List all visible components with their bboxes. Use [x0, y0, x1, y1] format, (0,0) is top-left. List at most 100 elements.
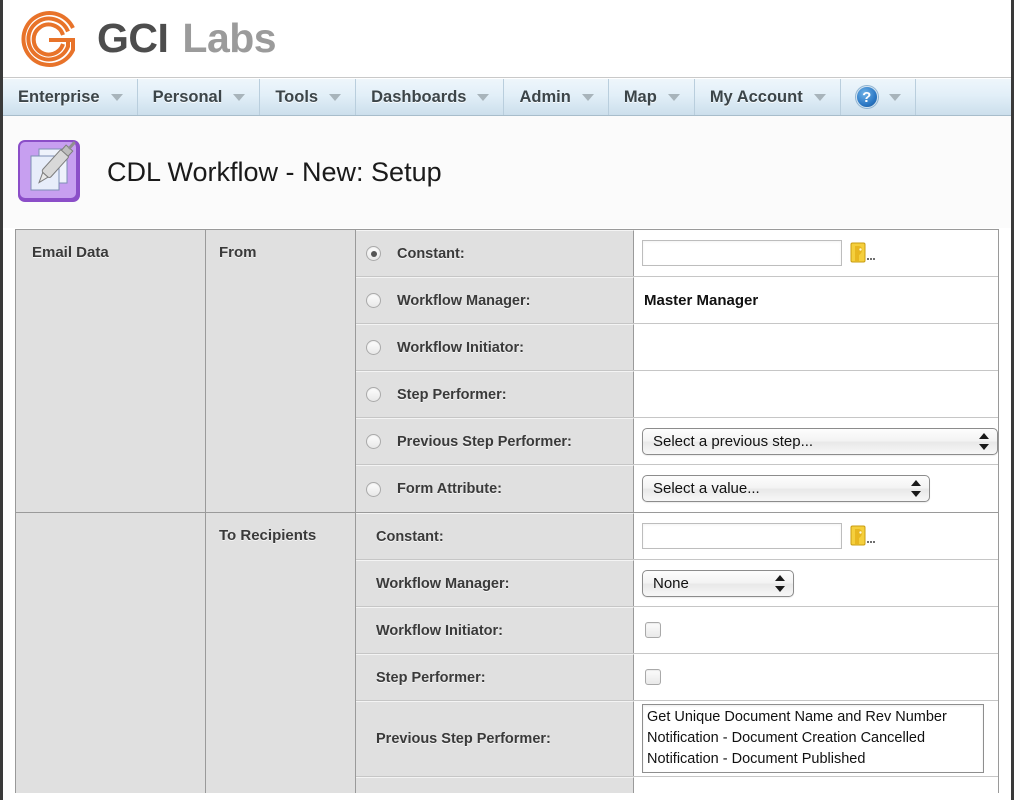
to-previous-step-listbox[interactable]: Get Unique Document Name and Rev Number … [642, 704, 984, 773]
nav-label: Admin [519, 87, 571, 106]
list-item[interactable]: Notification - Document Published [645, 749, 983, 770]
row-from-workflow-initiator: Workflow Initiator: [356, 324, 998, 371]
radio-from-previous-step-performer[interactable] [366, 434, 381, 449]
list-item[interactable]: Notification - Document Creation Cancell… [645, 728, 983, 749]
row-to-step-performer: Step Performer: [356, 654, 998, 701]
row-label: Workflow Manager: [397, 292, 531, 309]
row-label: Step Performer: [376, 669, 486, 686]
nav-item-enterprise[interactable]: Enterprise [3, 79, 138, 115]
nav-item-admin[interactable]: Admin [504, 79, 609, 115]
contact-card-icon[interactable] [850, 242, 876, 264]
row-label-cell[interactable]: Workflow Initiator: [356, 324, 634, 370]
to-workflow-manager-select[interactable]: None [642, 569, 794, 597]
select-value: Select a previous step... [653, 432, 814, 450]
section-to-recipients: To Recipients Constant: Workflow Manager… [16, 512, 998, 793]
contact-card-icon[interactable] [850, 525, 876, 547]
row-to-next-partial [356, 777, 998, 793]
workflow-document-pen-icon [13, 136, 91, 208]
chevron-down-icon[interactable] [813, 93, 827, 101]
row-label: Workflow Initiator: [397, 339, 525, 356]
row-label-cell[interactable]: Previous Step Performer: [356, 418, 634, 464]
row-value-cell [634, 324, 998, 370]
radio-from-constant[interactable] [366, 246, 381, 261]
row-to-previous-step-performer: Previous Step Performer: Get Unique Docu… [356, 701, 998, 777]
help-circle-icon[interactable]: ? [855, 86, 878, 108]
chevron-down-icon[interactable] [888, 93, 902, 101]
row-value-cell: Get Unique Document Name and Rev Number … [634, 701, 998, 776]
row-value-cell [634, 371, 998, 417]
row-from-workflow-manager: Workflow Manager: Master Manager [356, 277, 998, 324]
chevron-down-icon[interactable] [581, 93, 595, 101]
stepper-arrows-icon[interactable] [979, 432, 991, 450]
chevron-down-icon[interactable] [329, 93, 342, 101]
brand-bar: GCI Labs [3, 0, 1011, 78]
nav-label: Map [623, 87, 657, 106]
row-label-cell[interactable]: Workflow Manager: [356, 277, 634, 323]
section-label-from: From [206, 230, 356, 512]
nav-item-my-account[interactable]: My Account [695, 79, 841, 115]
checkbox-to-workflow-initiator[interactable] [645, 622, 661, 638]
from-rows: Constant: Workflow Manager: Master Manag… [356, 230, 998, 512]
brand-name-secondary: Labs [182, 15, 277, 61]
row-label: Constant: [376, 528, 444, 545]
radio-from-form-attribute[interactable] [366, 481, 381, 497]
brand-name-primary: GCI [97, 15, 169, 61]
nav-item-dashboards[interactable]: Dashboards [356, 79, 505, 115]
nav-label: My Account [709, 87, 803, 106]
chevron-down-icon[interactable] [233, 93, 246, 101]
group-label-email-data: Email Data [16, 230, 206, 512]
from-form-attribute-select[interactable]: Select a value... [642, 475, 930, 502]
nav-label: Dashboards [371, 87, 467, 106]
to-constant-input[interactable] [642, 523, 842, 549]
row-from-step-performer: Step Performer: [356, 371, 998, 418]
stepper-arrows-icon[interactable] [775, 574, 787, 592]
from-constant-input[interactable] [642, 240, 842, 266]
row-label: Previous Step Performer: [376, 731, 551, 747]
nav-item-map[interactable]: Map [609, 79, 695, 115]
row-to-constant: Constant: [356, 513, 998, 560]
row-label-cell[interactable]: Constant: [356, 230, 634, 276]
row-value-cell [634, 654, 998, 700]
row-value-cell: None [634, 560, 998, 606]
row-from-form-attribute: Form Attribute: Select a value... [356, 465, 998, 512]
select-value: None [653, 574, 689, 592]
radio-from-workflow-initiator[interactable] [366, 340, 381, 355]
nav-item-tools[interactable]: Tools [260, 79, 357, 115]
row-label-cell: Previous Step Performer: [356, 701, 634, 776]
nav-item-help[interactable]: ? [841, 79, 916, 115]
chevron-down-icon[interactable] [667, 93, 681, 101]
row-label: Workflow Initiator: [376, 622, 504, 639]
stepper-arrows-icon[interactable] [911, 480, 923, 497]
row-value-cell [634, 777, 998, 793]
from-previous-step-select[interactable]: Select a previous step... [642, 427, 998, 455]
nav-filler [916, 79, 1011, 115]
row-value-cell [634, 607, 998, 653]
row-to-workflow-initiator: Workflow Initiator: [356, 607, 998, 654]
from-workflow-manager-value: Master Manager [644, 291, 759, 309]
section-label-to-recipients: To Recipients [206, 513, 356, 793]
row-value-cell: Select a value... [634, 465, 998, 512]
row-label: Step Performer: [397, 386, 507, 403]
row-from-previous-step-performer: Previous Step Performer: Select a previo… [356, 418, 998, 465]
nav-label: Personal [152, 87, 223, 106]
chevron-down-icon[interactable] [110, 93, 124, 101]
list-item[interactable]: Get Unique Document Name and Rev Number [645, 707, 983, 728]
row-value-cell: Master Manager [634, 277, 998, 323]
row-value-cell: Select a previous step... [634, 418, 998, 464]
checkbox-to-step-performer[interactable] [645, 669, 661, 685]
row-label: Workflow Manager: [376, 575, 510, 592]
row-label-cell[interactable]: Step Performer: [356, 371, 634, 417]
main-navigation: Enterprise Personal Tools Dashboards Adm… [3, 78, 1011, 116]
select-value: Select a value... [653, 480, 760, 497]
brand-name: GCI Labs [97, 15, 277, 61]
nav-label: Tools [275, 87, 319, 106]
row-label-cell: Workflow Manager: [356, 560, 634, 606]
row-value-cell [634, 230, 998, 276]
nav-label: Enterprise [18, 87, 100, 106]
radio-from-workflow-manager[interactable] [366, 293, 381, 308]
nav-item-personal[interactable]: Personal [138, 79, 261, 115]
chevron-down-icon[interactable] [477, 93, 490, 101]
row-label: Constant: [397, 245, 465, 262]
row-label-cell[interactable]: Form Attribute: [356, 465, 634, 512]
radio-from-step-performer[interactable] [366, 387, 381, 402]
